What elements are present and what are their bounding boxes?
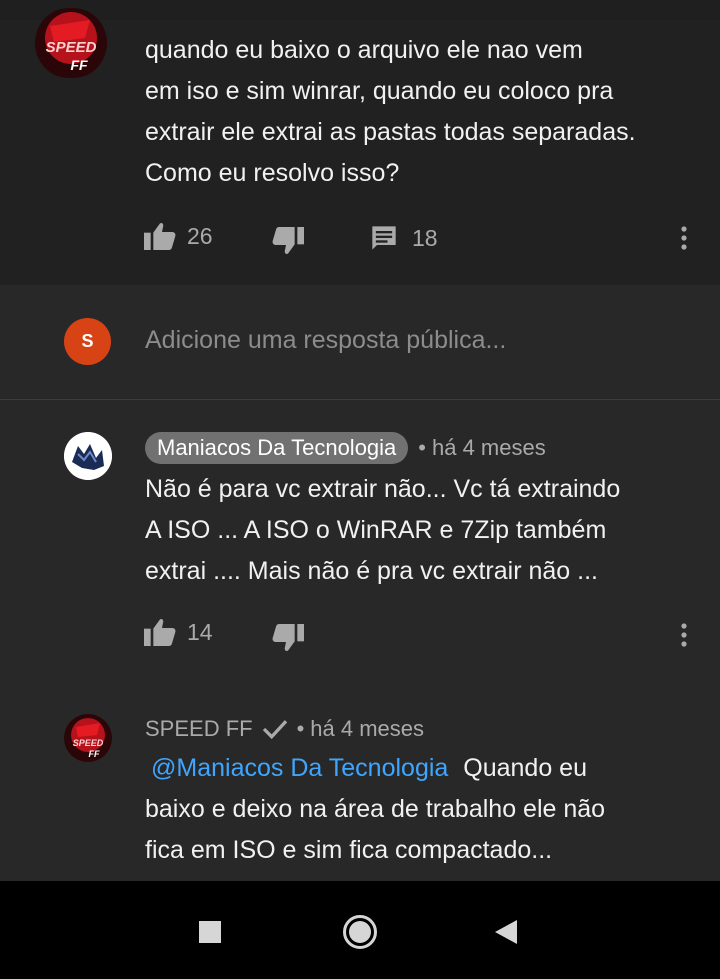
speed-ff-logo: SPEED FF	[64, 714, 112, 762]
comment-line: Como eu resolvo isso?	[145, 159, 400, 187]
comment-text: Quando eu	[463, 754, 587, 782]
user-avatar: S	[64, 318, 111, 365]
like-count: 14	[187, 618, 213, 645]
reply-input[interactable]: Adicione uma resposta pública...	[145, 326, 506, 355]
maniacos-avatar[interactable]	[64, 432, 112, 480]
nav-home-icon[interactable]	[342, 914, 378, 950]
like-button[interactable]: 26	[144, 222, 213, 250]
dislike-button[interactable]	[272, 624, 304, 652]
nav-back-icon[interactable]	[493, 918, 519, 946]
author-name[interactable]: SPEED FF	[145, 716, 253, 742]
comment-line: fica em ISO e sim fica compactado...	[145, 836, 553, 864]
separator-dot: •	[296, 716, 305, 741]
like-icon	[144, 618, 176, 646]
like-button[interactable]: 14	[144, 618, 213, 646]
reply-count-button[interactable]: 18	[370, 224, 438, 252]
dislike-icon	[272, 227, 304, 255]
top-edge	[0, 0, 720, 20]
comment-line: baixo e deixo na área de trabalho ele nã…	[145, 795, 606, 823]
timestamp: há 4 meses	[310, 716, 425, 741]
verified-check-icon	[262, 720, 287, 740]
like-count: 26	[187, 222, 213, 249]
maniacos-logo	[64, 432, 112, 480]
comment-icon	[372, 226, 396, 250]
speed-ff-avatar[interactable]: SPEED FF	[64, 713, 112, 763]
comment-line: A ISO ... A ISO o WinRAR e 7Zip também	[145, 516, 607, 544]
nav-stop-icon[interactable]	[198, 920, 222, 944]
reply-2-meta: SPEED FF • há 4 meses	[145, 716, 424, 742]
svg-text:SPEED: SPEED	[73, 738, 104, 748]
dislike-icon	[272, 624, 304, 652]
parent-comment-text: quando eu baixo o arquivo ele nao vem em…	[145, 30, 636, 194]
comment-line: em iso e sim winrar, quando eu coloco pr…	[145, 77, 614, 105]
comment-line: extrai .... Mais não é pra vc extrair nã…	[145, 557, 598, 585]
author-name-badge[interactable]: Maniacos Da Tecnologia	[145, 432, 409, 464]
separator-dot: •	[418, 435, 426, 460]
comment-line: extrair ele extrai as pastas todas separ…	[145, 118, 636, 146]
reply-1-meta: Maniacos Da Tecnologia • há 4 meses	[145, 432, 546, 464]
comment-line: quando eu baixo o arquivo ele nao vem	[145, 36, 583, 64]
system-nav-bar	[0, 881, 720, 979]
svg-text:SPEED: SPEED	[46, 39, 97, 56]
comment-line: Não é para vc extrair não... Vc tá extra…	[145, 475, 621, 503]
more-vert-icon[interactable]	[679, 621, 689, 651]
comment-line: @Maniacos Da Tecnologia Quando eu	[145, 748, 605, 789]
speed-ff-avatar[interactable]: SPEED FF	[30, 8, 112, 78]
svg-text:FF: FF	[70, 57, 88, 73]
reply-1-text: Não é para vc extrair não... Vc tá extra…	[145, 469, 620, 592]
more-vert-icon[interactable]	[679, 224, 689, 254]
speed-ff-logo: SPEED FF	[35, 8, 107, 78]
dislike-button[interactable]	[272, 227, 304, 255]
reply-count: 18	[412, 224, 438, 251]
svg-text:FF: FF	[89, 749, 100, 759]
reply-2-text: @Maniacos Da Tecnologia Quando eu baixo …	[145, 748, 605, 871]
mention-link[interactable]: @Maniacos Da Tecnologia	[151, 754, 448, 782]
like-icon	[144, 222, 176, 250]
timestamp: há 4 meses	[432, 435, 546, 460]
